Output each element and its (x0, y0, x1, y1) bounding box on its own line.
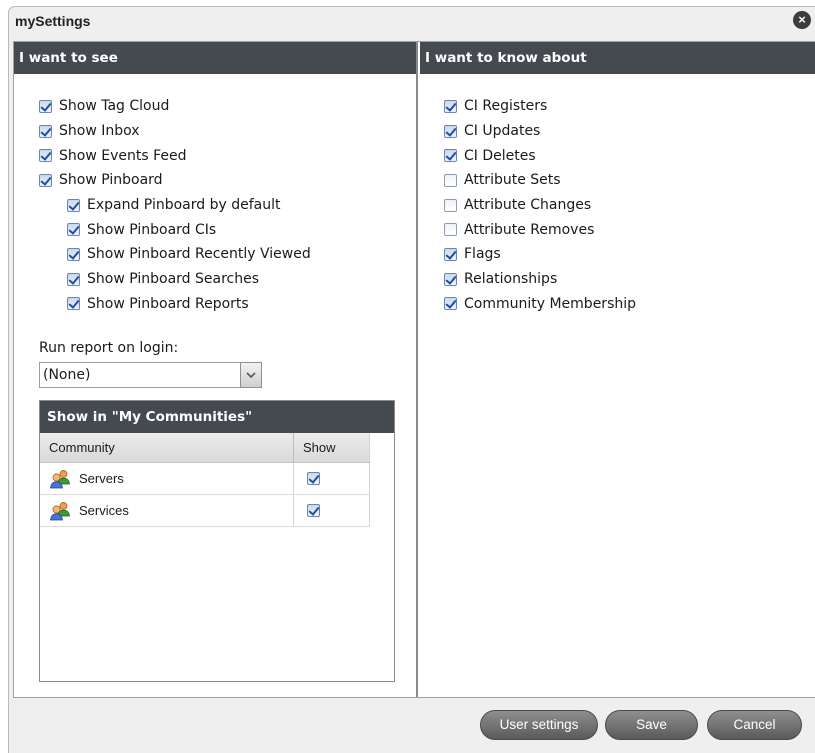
left-panel: I want to see Show Tag Cloud Show Inbox Sh… (14, 42, 418, 697)
show-cell (294, 495, 370, 526)
settings-content: I want to see Show Tag Cloud Show Inbox Sh… (13, 41, 815, 698)
checkbox[interactable] (67, 272, 80, 286)
checkbox[interactable] (444, 272, 457, 286)
my-communities-panel: Show in "My Communities" Community Show … (39, 400, 395, 682)
checkbox[interactable] (444, 198, 457, 212)
checkbox[interactable] (444, 173, 457, 187)
option-label: CI Deletes (464, 147, 536, 164)
checkbox[interactable] (67, 198, 80, 212)
dialog-title: mySettings (15, 13, 91, 29)
table-row[interactable]: Services (40, 495, 370, 527)
community-name: Servers (79, 471, 124, 486)
communities-table: Community Show Servers Services (40, 433, 370, 527)
community-icon (49, 469, 71, 489)
show-checkbox[interactable] (307, 504, 320, 517)
option-label: Attribute Changes (464, 197, 592, 214)
user-settings-button[interactable]: User settings (480, 710, 598, 740)
option-expand-pinboard-by-default[interactable]: Expand Pinboard by default (39, 193, 311, 218)
option-label: CI Updates (464, 123, 541, 140)
option-label: Show Tag Cloud (59, 98, 170, 115)
left-panel-header: I want to see (14, 42, 416, 74)
checkbox[interactable] (444, 247, 457, 261)
option-ci-updates[interactable]: CI Updates (444, 119, 636, 144)
show-cell (294, 463, 370, 494)
option-flags[interactable]: Flags (444, 242, 636, 267)
option-label: Attribute Removes (464, 221, 595, 238)
option-ci-deletes[interactable]: CI Deletes (444, 143, 636, 168)
option-label: Show Inbox (59, 123, 140, 140)
column-header-show[interactable]: Show (294, 433, 370, 462)
option-label: Show Pinboard (59, 172, 163, 189)
notify-options-list: CI Registers CI Updates CI Deletes Attribut… (444, 94, 636, 316)
right-panel-header: I want to know about (420, 42, 815, 74)
option-label: Show Pinboard CIs (87, 221, 217, 238)
option-show-pinboard-recently-viewed[interactable]: Show Pinboard Recently Viewed (39, 242, 311, 267)
checkbox[interactable] (444, 223, 457, 237)
option-ci-registers[interactable]: CI Registers (444, 94, 636, 119)
run-report-select[interactable]: (None) (39, 362, 262, 388)
option-label: Show Pinboard Recently Viewed (87, 246, 311, 263)
checkbox[interactable] (67, 223, 80, 237)
option-label: Flags (464, 246, 501, 263)
community-cell: Servers (40, 463, 294, 494)
checkbox[interactable] (39, 149, 52, 163)
close-icon[interactable]: × (793, 11, 811, 29)
option-attribute-changes[interactable]: Attribute Changes (444, 193, 636, 218)
option-label: Show Pinboard Reports (87, 295, 249, 312)
column-header-community[interactable]: Community (40, 433, 294, 462)
settings-dialog: mySettings × I want to see Show Tag Clou… (8, 6, 815, 753)
option-label: Attribute Sets (464, 172, 561, 189)
checkbox[interactable] (444, 297, 457, 311)
communities-table-header: Community Show (40, 433, 370, 463)
my-communities-title: Show in "My Communities" (40, 401, 394, 433)
option-label: CI Registers (464, 98, 548, 115)
option-label: Relationships (464, 271, 558, 288)
table-row[interactable]: Servers (40, 463, 370, 495)
option-show-events-feed[interactable]: Show Events Feed (39, 143, 311, 168)
option-show-inbox[interactable]: Show Inbox (39, 119, 311, 144)
show-checkbox[interactable] (307, 472, 320, 485)
option-relationships[interactable]: Relationships (444, 267, 636, 292)
option-label: Expand Pinboard by default (87, 197, 281, 214)
option-label: Show Events Feed (59, 147, 187, 164)
cancel-button[interactable]: Cancel (707, 710, 802, 740)
run-report-value: (None) (43, 367, 91, 383)
community-name: Services (79, 503, 129, 518)
option-label: Show Pinboard Searches (87, 271, 260, 288)
option-attribute-removes[interactable]: Attribute Removes (444, 217, 636, 242)
option-show-pinboard[interactable]: Show Pinboard (39, 168, 311, 193)
right-panel: I want to know about CI Registers CI Upda… (420, 42, 815, 697)
option-attribute-sets[interactable]: Attribute Sets (444, 168, 636, 193)
option-label: Community Membership (464, 295, 637, 312)
checkbox[interactable] (444, 124, 457, 138)
option-show-pinboard-searches[interactable]: Show Pinboard Searches (39, 267, 311, 292)
checkbox[interactable] (39, 99, 52, 113)
community-icon (49, 501, 71, 521)
checkbox[interactable] (67, 247, 80, 261)
option-show-tag-cloud[interactable]: Show Tag Cloud (39, 94, 311, 119)
chevron-down-icon[interactable] (240, 362, 262, 388)
checkbox[interactable] (67, 297, 80, 311)
save-button[interactable]: Save (605, 710, 698, 740)
run-report-label: Run report on login: (39, 340, 179, 356)
option-show-pinboard-cis[interactable]: Show Pinboard CIs (39, 217, 311, 242)
checkbox[interactable] (444, 149, 457, 163)
option-community-membership[interactable]: Community Membership (444, 292, 636, 317)
option-show-pinboard-reports[interactable]: Show Pinboard Reports (39, 292, 311, 317)
checkbox[interactable] (39, 173, 52, 187)
show-options-list: Show Tag Cloud Show Inbox Show Events Feed… (39, 94, 311, 316)
community-cell: Services (40, 495, 294, 526)
checkbox[interactable] (444, 99, 457, 113)
checkbox[interactable] (39, 124, 52, 138)
